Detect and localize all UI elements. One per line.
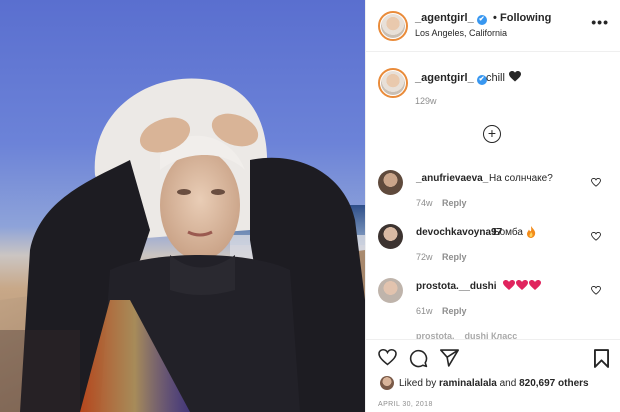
- comment-username[interactable]: prostota.__dushi: [416, 281, 497, 292]
- caption-timestamp: 129w: [415, 96, 437, 106]
- commenter-avatar[interactable]: [378, 224, 403, 249]
- likes-count[interactable]: 820,697 others: [519, 378, 589, 389]
- bookmark-icon[interactable]: [594, 349, 609, 368]
- post-header: _agentgirl_ ✔ • Following Los Angeles, Ca…: [366, 0, 620, 52]
- location-link[interactable]: Los Angeles, California: [415, 28, 507, 38]
- comment-text: Бомба: [493, 227, 523, 238]
- share-arrow-icon[interactable]: [440, 349, 459, 367]
- black-heart-icon: [509, 71, 521, 82]
- red-heart-icon: [503, 280, 541, 290]
- comment-like-heart-icon[interactable]: [591, 232, 601, 241]
- caption-username[interactable]: _agentgirl_ ✔: [415, 72, 487, 85]
- reply-button[interactable]: Reply: [442, 252, 467, 262]
- commenter-avatar[interactable]: [378, 170, 403, 195]
- liker-username[interactable]: raminalalala: [439, 378, 497, 389]
- comment-timestamp: 72w: [416, 252, 433, 262]
- post-date[interactable]: APRIL 30, 2018: [378, 401, 433, 408]
- reply-button[interactable]: Reply: [442, 306, 467, 316]
- comment-item: prostota.__dushi 61w Reply: [366, 278, 620, 332]
- heart-outline-icon[interactable]: [378, 349, 397, 366]
- more-options-icon[interactable]: •••: [591, 15, 609, 29]
- red-hearts-emoji: [503, 280, 541, 293]
- liker-avatar[interactable]: [380, 376, 394, 390]
- comment-bubble-icon[interactable]: [409, 349, 428, 368]
- comment-timestamp: 74w: [416, 198, 433, 208]
- author-username[interactable]: _agentgirl_ ✔: [415, 12, 487, 25]
- caption-text: chill: [486, 72, 505, 84]
- fire-icon: [527, 226, 536, 238]
- post-photo[interactable]: [0, 0, 365, 412]
- reply-button[interactable]: Reply: [442, 198, 467, 208]
- instagram-post: _agentgirl_ ✔ • Following Los Angeles, Ca…: [0, 0, 620, 412]
- post-side-panel: _agentgirl_ ✔ • Following Los Angeles, Ca…: [365, 0, 620, 412]
- verified-badge-icon: ✔: [476, 15, 487, 25]
- likes-summary: Liked by raminalalala and 820,697 others: [399, 378, 589, 389]
- following-button[interactable]: Following: [500, 12, 551, 24]
- post-photo-illustration: [0, 78, 365, 412]
- load-more-comments-icon[interactable]: +: [483, 125, 501, 143]
- comment-username[interactable]: _anufrievaeva_: [416, 173, 488, 184]
- commenter-avatar[interactable]: [378, 278, 403, 303]
- comment-timestamp: 61w: [416, 306, 433, 316]
- comment-item: devochkavoyna97 Бомба 72w Reply: [366, 224, 620, 278]
- comment-like-heart-icon[interactable]: [591, 178, 601, 187]
- likes-and: and: [499, 378, 517, 389]
- comment-item: _anufrievaeva_ На солнчаке? 74w Reply: [366, 170, 620, 224]
- caption-avatar[interactable]: [378, 68, 408, 98]
- author-avatar[interactable]: [378, 11, 408, 41]
- likes-prefix: Liked by: [399, 378, 437, 389]
- post-actions: Liked by raminalalala and 820,697 others…: [366, 339, 620, 412]
- comment-like-heart-icon[interactable]: [591, 286, 601, 295]
- comment-username[interactable]: devochkavoyna97: [416, 227, 502, 238]
- comment-text: На солнчаке?: [489, 173, 553, 184]
- separator-dot: •: [493, 12, 497, 24]
